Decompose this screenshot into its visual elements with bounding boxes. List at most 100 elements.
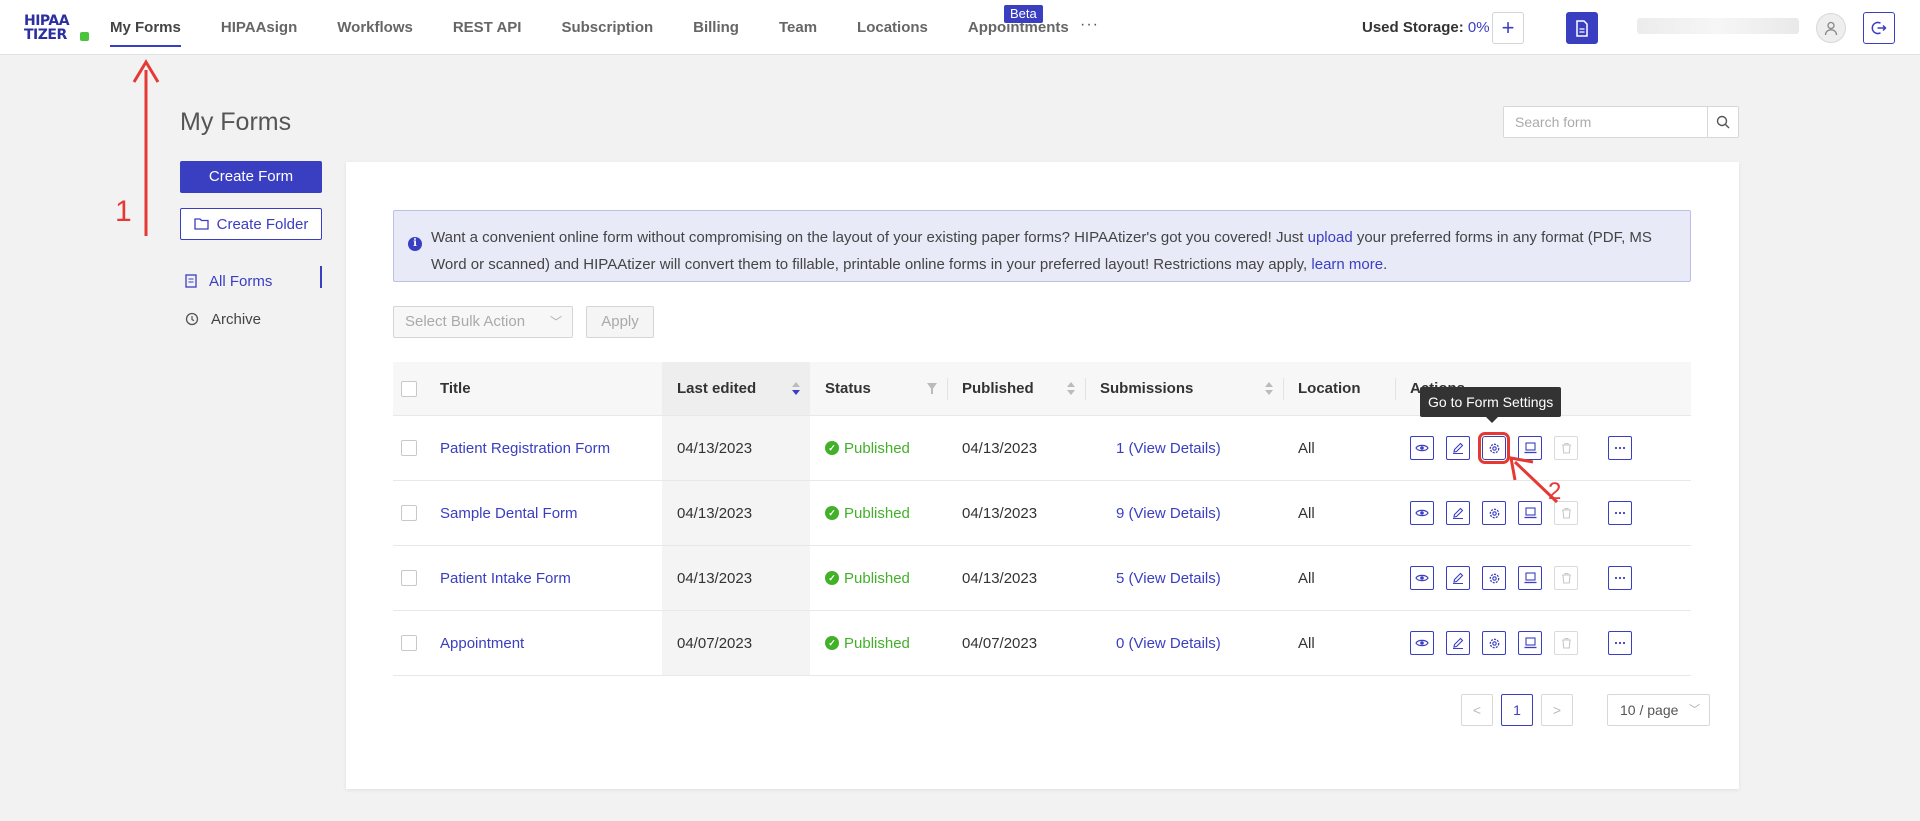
- embed-button[interactable]: [1518, 631, 1542, 655]
- more-actions-button[interactable]: [1608, 566, 1632, 590]
- actions-cell: [1395, 546, 1691, 610]
- select-all-checkbox[interactable]: [401, 380, 417, 397]
- nav-rest-api[interactable]: REST API: [453, 0, 522, 55]
- published-cell: 04/13/2023: [962, 569, 1038, 587]
- nav-my-forms[interactable]: My Forms: [110, 0, 181, 55]
- bulk-action-select[interactable]: Select Bulk Action ﹀: [393, 306, 573, 338]
- row-checkbox[interactable]: [401, 570, 417, 586]
- sidebar-item-all-forms[interactable]: All Forms: [180, 262, 322, 300]
- more-horizontal-icon: [1614, 641, 1626, 645]
- apply-button[interactable]: Apply: [586, 306, 654, 338]
- prev-page-button[interactable]: <: [1461, 694, 1493, 726]
- eye-icon: [1415, 574, 1429, 582]
- info-text-3: .: [1383, 256, 1388, 273]
- edit-button[interactable]: [1446, 436, 1470, 460]
- pencil-icon: [1453, 572, 1464, 584]
- document-button[interactable]: [1566, 12, 1598, 44]
- form-title-link[interactable]: Appointment: [440, 635, 524, 652]
- form-settings-button[interactable]: [1482, 566, 1506, 590]
- form-settings-button[interactable]: [1482, 501, 1506, 525]
- column-status[interactable]: Status: [810, 362, 947, 415]
- eye-icon: [1415, 639, 1429, 647]
- learn-more-link[interactable]: learn more: [1311, 256, 1383, 273]
- trash-icon: [1561, 572, 1571, 584]
- submissions-link[interactable]: 0 (View Details): [1100, 635, 1221, 652]
- delete-button[interactable]: [1554, 631, 1578, 655]
- chevron-down-icon: ﹀: [549, 315, 562, 329]
- form-settings-button[interactable]: [1478, 432, 1510, 464]
- edit-button[interactable]: [1446, 566, 1470, 590]
- row-checkbox[interactable]: [401, 505, 417, 521]
- logout-button[interactable]: [1863, 12, 1895, 44]
- delete-button[interactable]: [1554, 566, 1578, 590]
- hipaatizer-logo[interactable]: HIPAA TIZER: [24, 14, 92, 43]
- laptop-icon: [1524, 572, 1536, 584]
- embed-button[interactable]: [1518, 566, 1542, 590]
- preview-button[interactable]: [1410, 501, 1434, 525]
- next-page-button[interactable]: >: [1541, 694, 1573, 726]
- preview-button[interactable]: [1410, 566, 1434, 590]
- more-actions-button[interactable]: [1608, 436, 1632, 460]
- bulk-action-label: Select Bulk Action: [405, 313, 526, 330]
- form-settings-button[interactable]: [1482, 631, 1506, 655]
- sort-icon[interactable]: [792, 382, 800, 396]
- page-size-select[interactable]: 10 / page ﹀: [1607, 694, 1710, 726]
- location-cell: All: [1298, 569, 1315, 587]
- sidebar-item-archive[interactable]: Archive: [180, 300, 322, 338]
- last-edited-cell: 04/13/2023: [662, 546, 810, 610]
- create-form-button[interactable]: Create Form: [180, 161, 322, 193]
- nav-billing[interactable]: Billing: [693, 0, 739, 55]
- preview-button[interactable]: [1410, 436, 1434, 460]
- edit-button[interactable]: [1446, 631, 1470, 655]
- submissions-link[interactable]: 1 (View Details): [1100, 440, 1221, 457]
- page-1-button[interactable]: 1: [1501, 694, 1533, 726]
- submissions-link[interactable]: 9 (View Details): [1100, 505, 1221, 522]
- add-storage-button[interactable]: +: [1492, 12, 1524, 44]
- column-last-edited[interactable]: Last edited: [662, 362, 810, 415]
- gear-icon: [1489, 638, 1499, 648]
- row-checkbox[interactable]: [401, 635, 417, 651]
- sort-icon[interactable]: [1265, 382, 1273, 396]
- search-box: [1503, 106, 1739, 138]
- table-row: Appointment 04/07/2023 ✓ Published 04/07/…: [393, 611, 1691, 676]
- search-button[interactable]: [1707, 107, 1738, 137]
- more-actions-button[interactable]: [1608, 631, 1632, 655]
- eye-icon: [1415, 444, 1429, 452]
- more-horizontal-icon: [1614, 511, 1626, 515]
- page-size-label: 10 / page: [1620, 702, 1679, 718]
- edit-button[interactable]: [1446, 501, 1470, 525]
- row-check-cell: [393, 546, 425, 610]
- column-location: Location: [1298, 380, 1361, 397]
- storage-label: Used Storage:: [1362, 19, 1464, 36]
- form-title-link[interactable]: Sample Dental Form: [440, 505, 578, 522]
- column-published[interactable]: Published: [947, 362, 1085, 415]
- upload-link[interactable]: upload: [1308, 229, 1353, 246]
- sidebar-item-label: All Forms: [209, 272, 273, 290]
- nav-subscription[interactable]: Subscription: [561, 0, 653, 55]
- user-icon: [1824, 21, 1838, 36]
- actions-cell: [1395, 611, 1691, 675]
- published-cell: 04/07/2023: [962, 634, 1038, 652]
- sort-icon[interactable]: [1067, 382, 1075, 396]
- location-cell: All: [1298, 504, 1315, 522]
- nav-hipaasign[interactable]: HIPAAsign: [221, 0, 297, 55]
- last-edited-cell: 04/13/2023: [662, 481, 810, 545]
- nav-locations[interactable]: Locations: [857, 0, 928, 55]
- filter-icon[interactable]: [927, 383, 937, 394]
- create-folder-button[interactable]: Create Folder: [180, 208, 322, 240]
- row-checkbox[interactable]: [401, 440, 417, 456]
- column-submissions[interactable]: Submissions: [1085, 362, 1283, 415]
- submissions-link[interactable]: 5 (View Details): [1100, 570, 1221, 587]
- more-nav-icon[interactable]: ···: [1080, 16, 1099, 34]
- form-title-link[interactable]: Patient Registration Form: [440, 440, 610, 457]
- published-cell: 04/13/2023: [962, 504, 1038, 522]
- nav-team[interactable]: Team: [779, 0, 817, 55]
- nav-workflows[interactable]: Workflows: [337, 0, 413, 55]
- more-actions-button[interactable]: [1608, 501, 1632, 525]
- preview-button[interactable]: [1410, 631, 1434, 655]
- info-text-1: Want a convenient online form without co…: [431, 229, 1308, 246]
- gear-icon: [1489, 508, 1499, 518]
- form-title-link[interactable]: Patient Intake Form: [440, 570, 571, 587]
- user-avatar-button[interactable]: [1816, 13, 1846, 43]
- search-input[interactable]: [1504, 107, 1708, 137]
